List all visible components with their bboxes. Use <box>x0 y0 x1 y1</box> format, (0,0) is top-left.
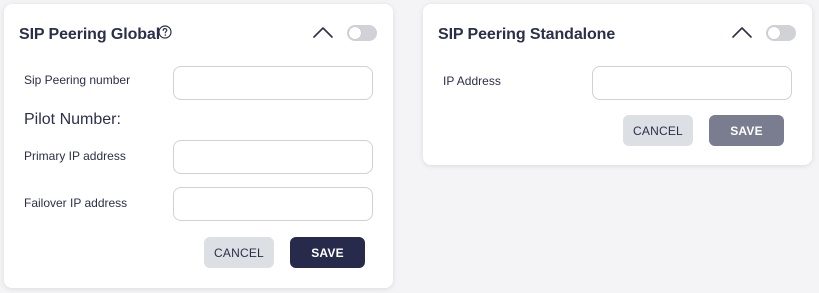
question-circle-icon[interactable] <box>158 25 172 39</box>
pilot-number-heading: Pilot Number: <box>24 111 121 128</box>
failover-ip-label: Failover IP address <box>24 196 128 210</box>
card-title: SIP Peering Global <box>19 26 161 43</box>
sip-peering-standalone-card: SIP Peering Standalone IP Address CANCEL… <box>423 4 812 165</box>
chevron-up-icon[interactable] <box>312 24 334 40</box>
chevron-up-icon[interactable] <box>731 24 753 40</box>
save-button[interactable]: SAVE <box>290 237 365 268</box>
save-button[interactable]: SAVE <box>709 115 784 146</box>
toggle-knob <box>768 27 780 39</box>
enable-toggle[interactable] <box>347 25 377 41</box>
sip-peering-number-input[interactable] <box>173 66 373 100</box>
enable-toggle[interactable] <box>766 25 796 41</box>
cancel-button[interactable]: CANCEL <box>204 237 274 268</box>
ip-address-label: IP Address <box>443 74 501 88</box>
sip-peering-global-card: SIP Peering Global Sip Peering number Pi… <box>4 4 393 288</box>
card-title: SIP Peering Standalone <box>438 26 616 43</box>
ip-address-input[interactable] <box>592 66 792 100</box>
cancel-button[interactable]: CANCEL <box>623 115 693 146</box>
primary-ip-label: Primary IP address <box>24 149 126 163</box>
sip-peering-number-label: Sip Peering number <box>24 73 131 87</box>
primary-ip-input[interactable] <box>173 140 373 174</box>
toggle-knob <box>349 27 361 39</box>
failover-ip-input[interactable] <box>173 187 373 221</box>
